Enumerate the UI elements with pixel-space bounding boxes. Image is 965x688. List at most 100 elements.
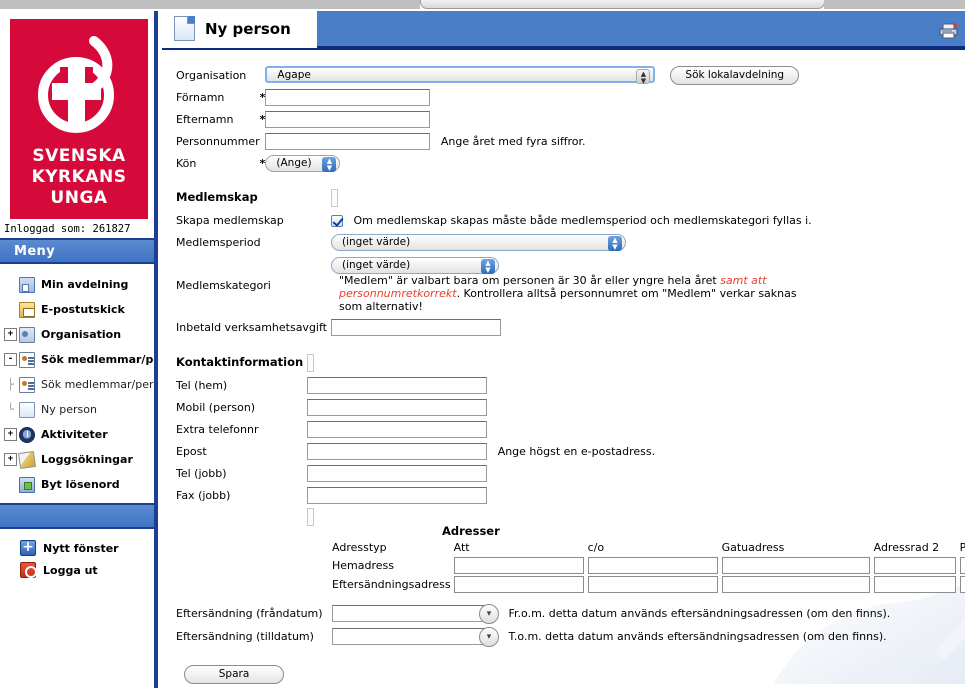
inbetald-avgift-label: Inbetald verksamhetsavgift — [176, 320, 327, 334]
adresser-header-row: Adresstyp Att c/o Gatuadress Adressrad 2… — [332, 541, 965, 556]
hemadress-co-input[interactable] — [587, 557, 718, 574]
power-icon — [20, 562, 37, 578]
hemadress-att-input[interactable] — [453, 557, 584, 574]
sidebar-item-label: Loggsökningar — [41, 453, 133, 466]
eftersandningsadress-att-input[interactable] — [453, 576, 584, 593]
page-title: Ny person — [205, 19, 291, 38]
form-row-tel-hem: Tel (hem) — [176, 374, 655, 396]
calendar-picker-icon[interactable]: ▾ — [479, 627, 499, 647]
sidebar-subitem-ny-person[interactable]: └ Ny person — [0, 397, 154, 422]
sidebar-item-aktiviteter[interactable]: + Aktiviteter — [0, 422, 154, 447]
inbetald-avgift-input[interactable] — [330, 318, 501, 336]
eftersandningsadress-adressrad2-input[interactable] — [873, 576, 956, 593]
eftersandning-tilldatum-field: ▾ — [332, 627, 499, 647]
expand-icon[interactable]: + — [4, 328, 17, 341]
hemadress-adressrad2-input[interactable] — [873, 557, 956, 574]
chrome-right-fill — [824, 0, 965, 9]
extra-telefonnr-input[interactable] — [307, 420, 488, 438]
sidebar-item-label: Aktiviteter — [41, 428, 108, 441]
eftersandning-frandatum-cell: ▾ Fr.o.m. detta datum används eftersändn… — [328, 602, 890, 625]
person-icon — [19, 376, 35, 393]
adresser-section-title: Adresser — [442, 524, 500, 538]
medlemskategori-note-red2: korrekt — [416, 287, 457, 300]
adresstyp-hemadress-label: Hemadress — [332, 559, 394, 572]
eftersandning-tilldatum-label: Eftersändning (tilldatum) — [176, 630, 314, 643]
sok-lokalavdelning-button[interactable]: Sök lokalavdelning — [670, 65, 800, 85]
medlemskategori-select[interactable]: (inget värde) ▲ ▼ — [330, 257, 499, 274]
sidebar-item-logga-ut[interactable]: Logga ut — [0, 559, 154, 581]
extra-telefonnr-label: Extra telefonnr — [176, 422, 259, 436]
eftersandningsadress-gatuadress-input[interactable] — [721, 576, 870, 593]
printer-icon[interactable] — [939, 23, 959, 39]
adresser-block: Adresser Adresstyp Att c/o Gatuadress Ad… — [332, 524, 965, 594]
medlemskategori-cell: (inget värde) ▲ ▼ "Medlem" är valbart bar… — [327, 254, 965, 316]
mobil-input[interactable] — [307, 398, 488, 416]
epost-input[interactable] — [307, 442, 488, 460]
medlemskap-section-title: Medlemskap — [176, 189, 258, 204]
tel-jobb-input[interactable] — [307, 464, 488, 482]
efter-att-cell — [453, 575, 588, 594]
eftersandning-frandatum-input[interactable] — [332, 605, 488, 622]
eftersandningsadress-postnummer-input[interactable] — [959, 576, 965, 593]
expand-icon[interactable]: + — [4, 453, 17, 466]
kon-select-value: (Ange) — [276, 156, 312, 169]
sidebar-item-organisation[interactable]: + Organisation — [0, 322, 154, 347]
medlemskap-section-header: Medlemskap — [176, 187, 965, 209]
tel-jobb-cell — [303, 462, 655, 484]
col-adresstyp: Adresstyp — [332, 541, 387, 554]
calendar-picker-icon[interactable]: ▾ — [479, 604, 499, 624]
chevron-updown-icon: ▲ ▼ — [636, 69, 651, 85]
section-marker — [330, 189, 338, 207]
efter-gatuadress-cell — [721, 575, 874, 594]
medlemskap-section-spacer — [327, 187, 965, 209]
medlemskategori-note: "Medlem" är valbart bara om personen är … — [331, 274, 811, 313]
sidebar-item-loggsokningar[interactable]: + Loggsökningar — [0, 447, 154, 472]
fornamn-input[interactable] — [265, 88, 431, 106]
skapa-medlemskap-hint: Om medlemskap skapas måste både medlemsp… — [353, 213, 812, 227]
medlemskategori-select-value: (inget värde) — [341, 259, 411, 271]
efter-postnummer-cell — [959, 575, 965, 594]
sidebar-subitem-sok-medlemmar-person[interactable]: ├ Sök medlemmar/perso — [0, 372, 154, 397]
form-row-medlemskategori: Medlemskategori (inget värde) ▲ ▼ "Medlem… — [176, 254, 965, 316]
kontakt-table: Kontaktinformation Tel (hem) Mobil (pers… — [176, 352, 655, 528]
medlemskap-table: Medlemskap Skapa medlemskap Om medlemska… — [176, 187, 965, 338]
eftersandning-tilldatum-input[interactable] — [332, 628, 488, 645]
hemadress-postnummer-input[interactable] — [959, 557, 965, 574]
sidebar-item-nytt-fonster[interactable]: Nytt fönster — [0, 537, 154, 559]
sidebar-item-label: Min avdelning — [41, 278, 129, 291]
save-button[interactable]: Spara — [184, 665, 284, 684]
col-co: c/o — [587, 541, 605, 554]
sidebar-item-sok-medlemmar[interactable]: - Sök medlemmar/pers — [0, 347, 154, 372]
kon-select[interactable]: (Ange) ▲ ▼ — [265, 154, 341, 172]
sidebar-item-label: Nytt fönster — [43, 541, 119, 555]
logo-line-2: KYRKANS — [31, 167, 127, 187]
expand-icon[interactable]: + — [4, 428, 17, 441]
personnummer-input[interactable] — [265, 132, 431, 150]
app-window: SVENSKA KYRKANS UNGA Inloggad som: 26182… — [0, 0, 965, 688]
fax-jobb-input[interactable] — [307, 486, 488, 504]
sidebar-item-min-avdelning[interactable]: Min avdelning — [0, 272, 154, 297]
efternamn-input[interactable] — [265, 110, 431, 128]
tel-hem-input[interactable] — [307, 376, 488, 394]
adresser-table: Adresstyp Att c/o Gatuadress Adressrad 2… — [332, 541, 965, 594]
section-marker — [307, 508, 315, 526]
collapse-icon[interactable]: - — [4, 353, 17, 366]
kon-select-cell: (Ange) ▲ ▼ — [265, 152, 799, 174]
form-row-fornamn: Förnamn * — [176, 86, 799, 108]
adresser-section-spacer-left — [176, 506, 303, 528]
eftersandningsadress-co-input[interactable] — [587, 576, 718, 593]
col-att: Att — [453, 541, 470, 554]
organisation-select[interactable]: Agape ▲ ▼ — [265, 66, 656, 85]
sidebar-item-byt-losenord[interactable]: Byt lösenord — [0, 472, 154, 497]
sidebar-item-e-postutskick[interactable]: E-postutskick — [0, 297, 154, 322]
table-row: Eftersändningsadress — [332, 575, 965, 594]
hemadress-gatuadress-input[interactable] — [721, 557, 870, 574]
form-row-organisation: Organisation Agape ▲ ▼ Sök lokalavdelning — [176, 64, 800, 86]
document-icon — [19, 401, 35, 418]
form-row-eftersandning-frandatum: Eftersändning (fråndatum) ▾ Fr.o.m. dett… — [176, 602, 890, 625]
skapa-medlemskap-checkbox[interactable] — [330, 214, 343, 227]
hemadress-gatuadress-cell — [721, 556, 874, 575]
medlemsperiod-select[interactable]: (inget värde) ▲ ▼ — [330, 234, 626, 251]
organisation-label: Organisation — [176, 68, 247, 82]
chevron-updown-icon: ▲ ▼ — [480, 259, 495, 274]
